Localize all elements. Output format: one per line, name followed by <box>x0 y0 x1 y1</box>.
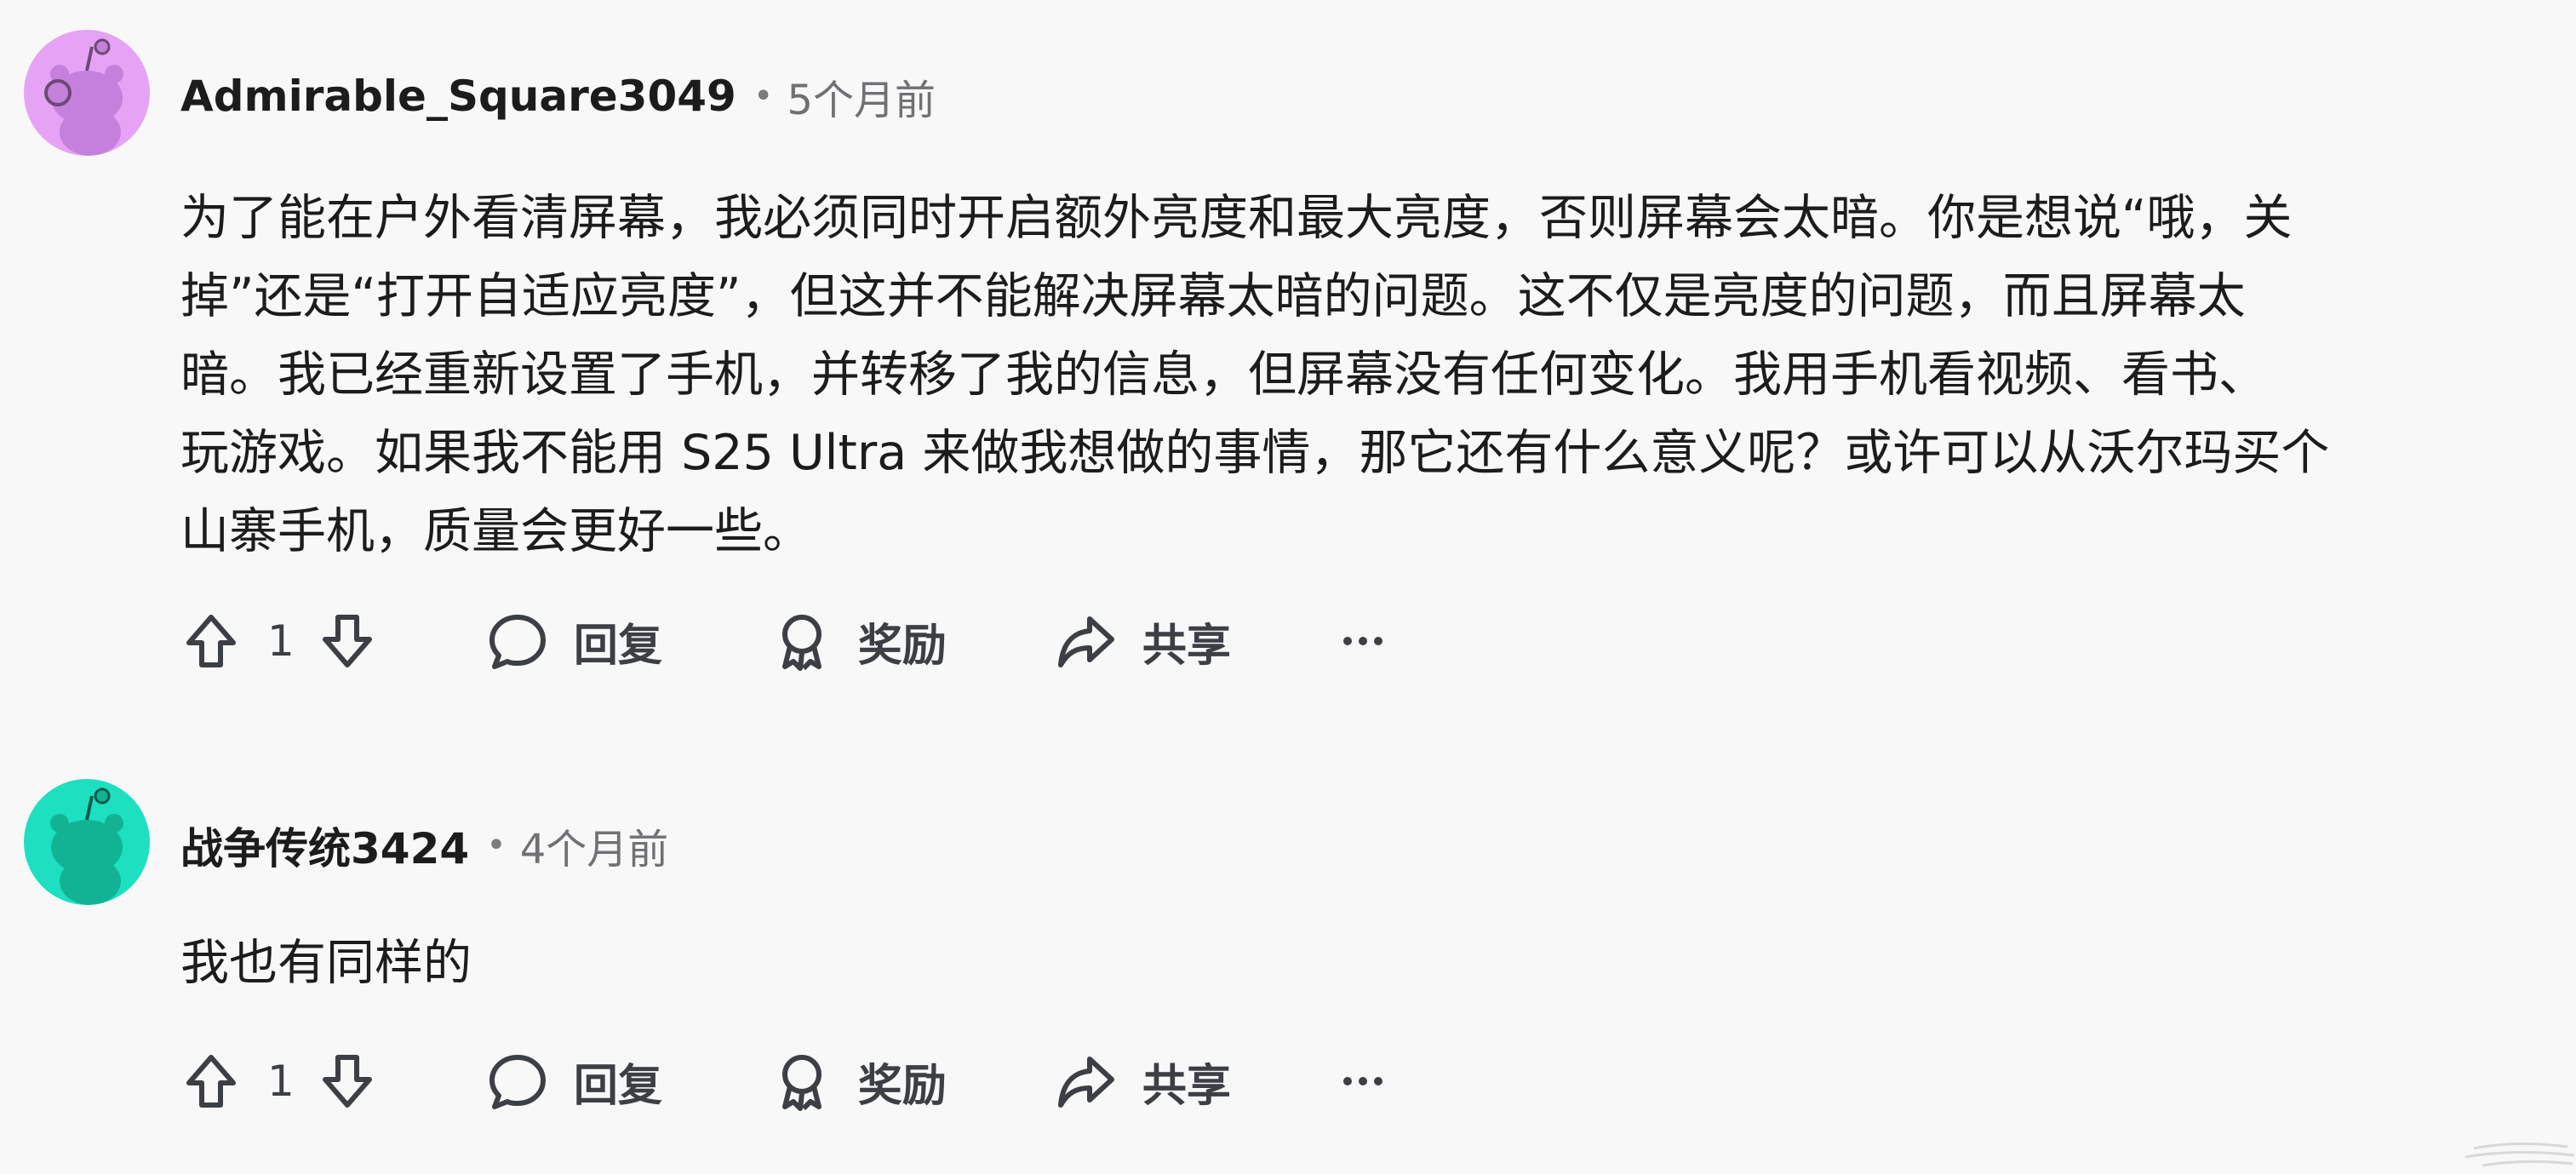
share-button[interactable]: 共享 <box>1056 610 1231 673</box>
avatar[interactable] <box>24 30 150 156</box>
share-icon <box>1056 610 1117 672</box>
award-label: 奖励 <box>857 1060 947 1112</box>
reply-button[interactable]: 回复 <box>487 1050 662 1114</box>
award-button[interactable]: 奖励 <box>771 610 947 673</box>
vote-count: 1 <box>267 1057 295 1106</box>
award-label: 奖励 <box>857 620 947 672</box>
award-button[interactable]: 奖励 <box>771 1050 947 1114</box>
share-label: 共享 <box>1142 1060 1231 1112</box>
upvote-icon[interactable] <box>180 610 242 672</box>
separator-dot: • <box>486 826 507 865</box>
comment-actions: 1 回复 奖励 共享 <box>180 600 1386 682</box>
comment-text-line: 暗。我已经重新设置了手机，并转移了我的信息，但屏幕没有任何变化。我用手机看视频、… <box>180 346 2267 403</box>
separator-dot: • <box>753 77 774 116</box>
award-icon <box>771 610 833 672</box>
comment-thread: Admirable_Square3049 • 5个月前 为了能在户外看清屏幕，我… <box>0 0 2576 1174</box>
comment-text-line: 掉”还是“打开自适应亮度”，但这并不能解决屏幕太暗的问题。这不仅是亮度的问题，而… <box>180 268 2246 324</box>
comment-actions: 1 回复 奖励 共享 <box>180 1040 1386 1122</box>
reply-label: 回复 <box>573 620 662 672</box>
timestamp[interactable]: 5个月前 <box>787 66 936 126</box>
vote-count: 1 <box>267 616 295 666</box>
comment-bubble-icon <box>487 610 548 672</box>
comment-body: 为了能在户外看清屏幕，我必须同时开启额外亮度和最大亮度，否则屏幕会太暗。你是想说… <box>180 179 2556 570</box>
more-options-icon[interactable] <box>1340 610 1386 672</box>
comment-body: 我也有同样的 <box>180 924 2556 1002</box>
share-label: 共享 <box>1142 620 1231 672</box>
comment-bubble-icon <box>487 1051 548 1112</box>
comment-text-line: 山寨手机，质量会更好一些。 <box>180 503 811 559</box>
comment-text-line: 为了能在户外看清屏幕，我必须同时开启额外亮度和最大亮度，否则屏幕会太暗。你是想说… <box>180 190 2293 246</box>
downvote-icon[interactable] <box>317 610 378 672</box>
downvote-icon[interactable] <box>317 1051 378 1112</box>
award-icon <box>771 1051 833 1112</box>
share-button[interactable]: 共享 <box>1056 1050 1231 1114</box>
reply-button[interactable]: 回复 <box>487 610 662 673</box>
upvote-icon[interactable] <box>180 1051 242 1112</box>
more-options-icon[interactable] <box>1340 1051 1386 1112</box>
username[interactable]: Admirable_Square3049 <box>180 72 736 121</box>
reply-label: 回复 <box>573 1060 662 1112</box>
watermark-lines <box>2464 1142 2575 1167</box>
timestamp[interactable]: 4个月前 <box>520 816 669 875</box>
comment-meta: Admirable_Square3049 • 5个月前 <box>180 58 936 135</box>
share-icon <box>1056 1051 1117 1112</box>
comment-meta: 战争传统3424 • 4个月前 <box>180 807 668 884</box>
comment-text-line: 我也有同样的 <box>180 935 472 991</box>
username[interactable]: 战争传统3424 <box>180 815 469 876</box>
avatar[interactable] <box>24 779 150 905</box>
comment-text-line: 玩游戏。如果我不能用 S25 Ultra 来做我想做的事情，那它还有什么意义呢？… <box>180 425 2330 481</box>
